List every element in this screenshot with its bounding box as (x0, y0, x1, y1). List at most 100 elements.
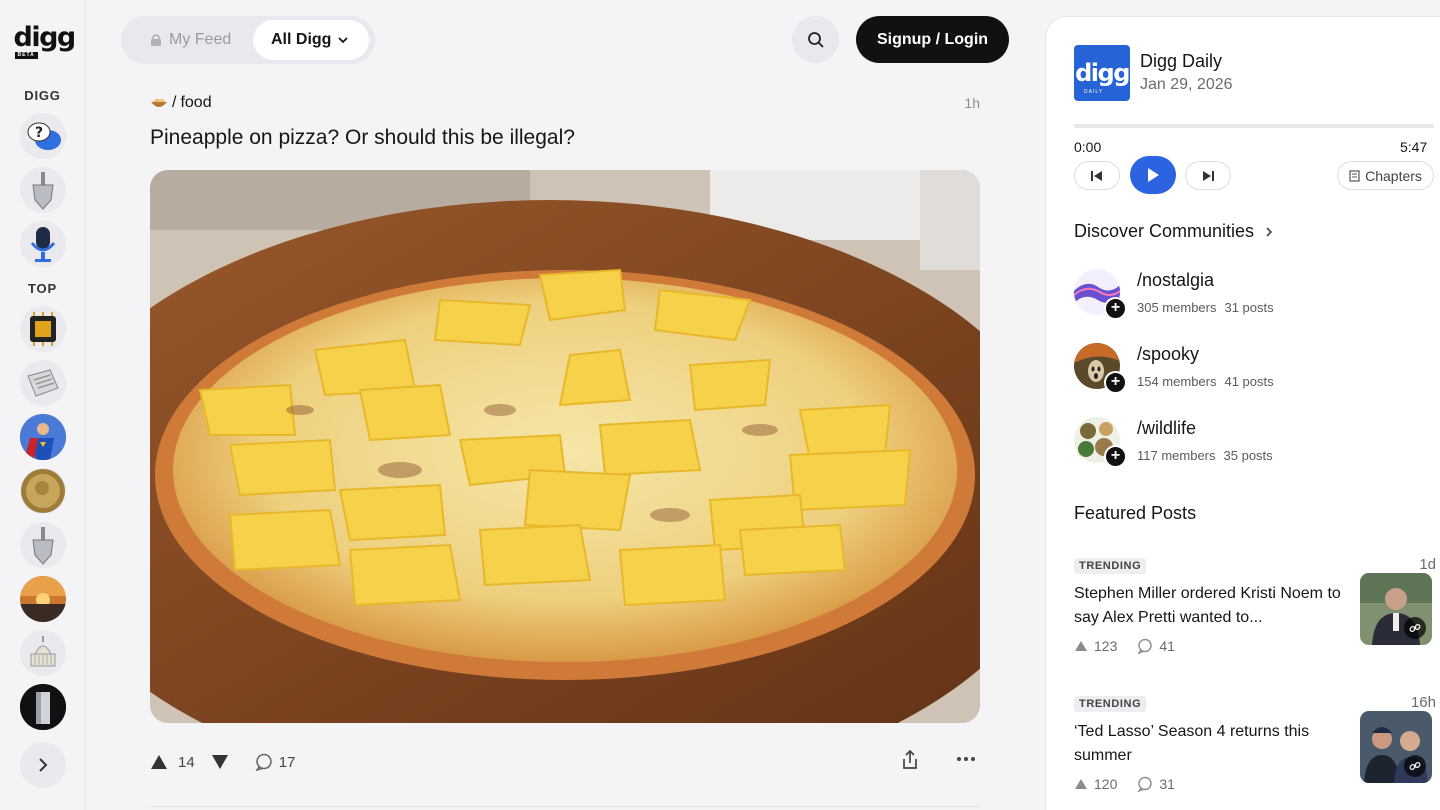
featured-posts-title: Featured Posts (1074, 503, 1197, 523)
superhero-icon (19, 414, 66, 460)
share-icon (903, 749, 917, 769)
upvote-icon (151, 755, 167, 769)
rail-item-sunset[interactable] (19, 576, 66, 622)
rail-item-mic[interactable] (19, 221, 66, 267)
featured-post-thumbnail[interactable] (1360, 573, 1432, 645)
rail-expand-button[interactable] (19, 742, 66, 788)
sunset-icon (19, 576, 66, 622)
left-rail: digg BETA DIGG ? TOP (0, 0, 86, 810)
post-title[interactable]: Pineapple on pizza? Or should this be il… (150, 126, 980, 150)
featured-post[interactable]: TRENDING 1d Stephen Miller ordered Krist… (1074, 556, 1436, 654)
podcast-art-sub: DAILY (1084, 89, 1104, 95)
featured-post-age: 1d (1419, 556, 1436, 573)
post-divider (150, 806, 980, 807)
logo-text: digg (13, 22, 77, 53)
comments-button[interactable]: 17 (255, 753, 296, 771)
rail-item-shovel[interactable] (19, 167, 66, 213)
community-item[interactable]: + /spooky 154 members 41 posts (1074, 343, 1434, 394)
feed-toggle: My Feed All Digg (121, 16, 375, 64)
post-meta: / food 1h (150, 90, 980, 116)
skip-forward-icon (1203, 170, 1214, 181)
join-community-plus-icon[interactable]: + (1104, 297, 1127, 320)
capitol-icon (30, 636, 55, 667)
trending-badge: TRENDING (1074, 696, 1147, 712)
upvote-count: 14 (178, 753, 195, 771)
community-item-stats: 154 members 41 posts (1137, 374, 1274, 389)
rail-section-top: TOP (28, 281, 57, 296)
beta-badge: BETA (14, 52, 38, 59)
post-image[interactable] (150, 170, 980, 723)
comment-count: 17 (278, 753, 296, 771)
comment-icon (255, 753, 272, 771)
rail-item-question[interactable]: ? (19, 113, 66, 159)
rail-item-shovel-2[interactable] (19, 522, 66, 568)
ellipsis-icon (957, 757, 975, 761)
more-options-button[interactable] (956, 749, 976, 773)
join-community-plus-icon[interactable]: + (1104, 445, 1127, 468)
featured-post-headline[interactable]: Stephen Miller ordered Kristi Noem to sa… (1074, 582, 1346, 630)
link-icon (1404, 755, 1426, 777)
featured-post-thumbnail[interactable] (1360, 711, 1432, 783)
rail-item-coin[interactable] (19, 468, 66, 514)
discover-communities-link[interactable]: Discover Communities (1074, 221, 1274, 242)
chapters-icon (1349, 169, 1360, 182)
right-panel: digg DAILY Digg Daily Jan 29, 2026 0:00 … (1045, 16, 1440, 810)
chevron-right-icon (38, 758, 47, 772)
my-feed-tab[interactable]: My Feed (125, 20, 253, 60)
chip-icon (29, 312, 56, 346)
search-button[interactable] (792, 16, 839, 63)
share-button[interactable] (900, 749, 920, 775)
rail-item-capitol[interactable] (19, 630, 66, 676)
monolith-icon (19, 684, 66, 730)
trending-badge: TRENDING (1074, 558, 1147, 574)
next-track-button[interactable] (1185, 161, 1231, 190)
coin-icon (20, 469, 65, 513)
my-feed-label: My Feed (169, 31, 232, 48)
chapters-button[interactable]: Chapters (1337, 161, 1434, 190)
podcast-time-start: 0:00 (1074, 139, 1102, 155)
chevron-right-icon (1266, 226, 1273, 237)
all-digg-dropdown[interactable]: All Digg (253, 20, 370, 60)
previous-track-button[interactable] (1074, 161, 1120, 190)
podcast-time-end: 5:47 (1400, 139, 1428, 155)
search-icon (807, 31, 824, 48)
all-digg-label: All Digg (271, 31, 332, 48)
podcast-progress-bar[interactable] (1074, 124, 1434, 128)
post-community-link[interactable]: / food (150, 94, 212, 112)
podcast-date: Jan 29, 2026 (1140, 76, 1233, 93)
play-button[interactable] (1130, 156, 1176, 194)
featured-post-headline[interactable]: ‘Ted Lasso’ Season 4 returns this summer (1074, 720, 1346, 768)
upvote-icon (1075, 779, 1087, 789)
pizza-photo (150, 170, 980, 723)
community-slash: / (172, 94, 177, 111)
rail-item-monolith[interactable] (19, 684, 66, 730)
community-item[interactable]: + /wildlife 117 members 35 posts (1074, 417, 1434, 468)
upvote-button[interactable] (150, 754, 168, 770)
rail-section-digg: DIGG (24, 88, 61, 103)
featured-post[interactable]: TRENDING 16h ‘Ted Lasso’ Season 4 return… (1074, 694, 1436, 792)
community-item-stats: 305 members 31 posts (1137, 300, 1274, 315)
svg-text:?: ? (35, 125, 43, 141)
community-item-stats: 117 members 35 posts (1137, 448, 1273, 463)
post-time: 1h (964, 95, 980, 111)
community-item[interactable]: + /nostalgia 305 members 31 posts (1074, 269, 1434, 320)
post-actions: 14 17 (150, 749, 980, 775)
podcast-art-text: digg (1075, 59, 1130, 87)
rail-item-chip[interactable] (19, 306, 66, 352)
downvote-button[interactable] (211, 754, 229, 770)
rail-item-news[interactable] (19, 360, 66, 406)
post-card: / food 1h Pineapple on pizza? Or should … (150, 90, 980, 775)
question-chat-icon: ? (27, 122, 61, 150)
upvote-icon (1075, 641, 1087, 651)
digg-logo[interactable]: digg BETA (13, 22, 77, 62)
shovel-icon (31, 172, 54, 210)
community-item-name: /nostalgia (1137, 270, 1215, 290)
comment-icon (1137, 776, 1153, 792)
community-name: food (180, 94, 212, 111)
podcast-artwork: digg DAILY (1074, 45, 1130, 101)
discover-communities-title: Discover Communities (1074, 221, 1255, 241)
join-community-plus-icon[interactable]: + (1104, 371, 1127, 394)
rail-item-superhero[interactable] (19, 414, 66, 460)
signup-login-button[interactable]: Signup / Login (856, 16, 1009, 63)
downvote-icon (211, 755, 228, 769)
